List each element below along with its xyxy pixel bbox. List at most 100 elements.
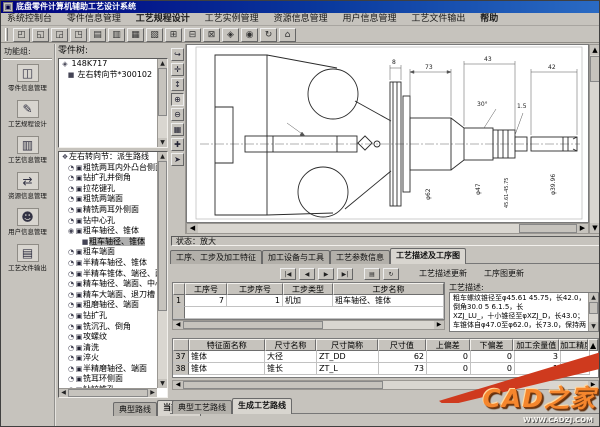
sidebar-item-resource-info[interactable]: ⇄ 资源信息管理 — [1, 172, 54, 201]
route-op-16[interactable]: ◔▣攻螺纹 — [59, 332, 167, 343]
tab-equipment-tools[interactable]: 加工设备与工具 — [262, 250, 330, 264]
prev-record-button[interactable]: ◀ — [299, 268, 315, 280]
parts-tree-vscrollbar[interactable]: ▲ ▼ — [157, 59, 167, 147]
sidebar-item-file-output[interactable]: ▤ 工艺文件输出 — [1, 244, 54, 273]
menu-file-output[interactable]: 工艺文件输出 — [405, 13, 471, 26]
route-op-17[interactable]: ◔▣清洗 — [59, 343, 167, 354]
scroll-down-icon[interactable]: ▼ — [589, 322, 598, 331]
toolbar-icon-10[interactable]: ⊠ — [203, 28, 220, 42]
scroll-thumb[interactable] — [183, 381, 383, 389]
toolbar-icon-11[interactable]: ◈ — [222, 28, 239, 42]
toolbar-icon-2[interactable]: ◲ — [51, 28, 68, 42]
route-op-6[interactable]: ◔▣钻中心孔 — [59, 216, 167, 227]
parts-tree-node[interactable]: ■ 左右转向节*300102 — [59, 70, 167, 81]
route-op-15[interactable]: ◔▣铣沉孔、倒角 — [59, 322, 167, 333]
scroll-right-icon[interactable]: ▶ — [577, 224, 588, 233]
first-record-button[interactable]: |◀ — [280, 268, 296, 280]
menu-process-instance[interactable]: 工艺实例管理 — [199, 13, 265, 26]
menu-process-design[interactable]: 工艺规程设计 — [130, 13, 196, 26]
update-description-button[interactable]: 工艺描述更新 — [412, 267, 474, 281]
refresh-record-icon[interactable]: ↻ — [383, 268, 399, 280]
route-op-13[interactable]: ◔▣粗磨轴径、端面 — [59, 300, 167, 311]
scroll-down-icon[interactable]: ▼ — [590, 223, 600, 233]
grid-select-icon[interactable]: ▦ — [171, 123, 184, 136]
route-op-4[interactable]: ◔▣粗铣两端面 — [59, 194, 167, 205]
scroll-left-icon[interactable]: ◀ — [59, 389, 68, 397]
sidebar-item-process-design[interactable]: ✎ 工艺规程设计 — [1, 100, 54, 129]
route-op-20[interactable]: ◔▣铣耳环侧面 — [59, 374, 167, 385]
tab-description-card[interactable]: 工艺描述及工序图 — [390, 248, 466, 264]
tab-typical-process-route[interactable]: 典型工艺路线 — [172, 400, 232, 414]
zoom-out-icon[interactable]: ⊖ — [171, 108, 184, 121]
step-table-hscrollbar[interactable]: ◀ ▶ — [172, 320, 445, 330]
scroll-right-icon[interactable]: ▶ — [434, 321, 444, 329]
route-tree-hscrollbar[interactable]: ◀ ▶ — [59, 388, 157, 397]
redraw-icon[interactable]: ↪ — [171, 48, 184, 61]
description-vscrollbar[interactable]: ▲ ▼ — [588, 293, 598, 331]
toolbar-icon-12[interactable]: ◉ — [241, 28, 258, 42]
tab-process-params[interactable]: 工艺参数信息 — [330, 250, 390, 264]
toolbar-handle[interactable] — [5, 28, 8, 41]
scroll-down-icon[interactable]: ▼ — [158, 379, 167, 388]
route-op-11[interactable]: ◔▣精车轴径、端面、中心 — [59, 279, 167, 290]
next-record-button[interactable]: ▶ — [318, 268, 334, 280]
scroll-thumb[interactable] — [589, 302, 598, 314]
parts-tree-root[interactable]: ◈ 148K717 — [59, 59, 167, 70]
route-op-12[interactable]: ◔▣精车大端面、退刀槽 — [59, 290, 167, 301]
scroll-thumb[interactable] — [68, 389, 148, 397]
toolbar-icon-5[interactable]: ▥ — [108, 28, 125, 42]
scroll-up-icon[interactable]: ▲ — [158, 152, 167, 161]
menu-system[interactable]: 系统控制台 — [1, 13, 58, 26]
route-op-8[interactable]: ◔▣粗车端面 — [59, 247, 167, 258]
route-tree-root[interactable]: ❖左右转向节：派生路线 — [59, 152, 167, 163]
scroll-thumb[interactable] — [590, 56, 600, 82]
scroll-up-icon[interactable]: ▲ — [590, 45, 600, 55]
scroll-left-icon[interactable]: ◀ — [173, 321, 183, 329]
move-icon[interactable]: ✛ — [171, 63, 184, 76]
toolbar-icon-6[interactable]: ▦ — [127, 28, 144, 42]
canvas-vscrollbar[interactable]: ▲ ▼ — [589, 44, 600, 234]
scroll-thumb[interactable] — [519, 224, 577, 233]
tab-generated-process-route[interactable]: 生成工艺路线 — [232, 398, 292, 414]
description-box[interactable]: 粗车螺纹锥径至φ45.61 45.75，长42.0，倒角30.0 5 6.1.5… — [449, 292, 599, 332]
route-op-14[interactable]: ◔▣钻扩孔 — [59, 311, 167, 322]
scroll-thumb[interactable] — [158, 68, 167, 116]
route-tree-vscrollbar[interactable]: ▲ ▼ — [157, 152, 167, 388]
route-op-10[interactable]: ◔▣半精车锥体、端径、两侧 — [59, 269, 167, 280]
drawing-canvas[interactable]: 73 43 42 30° 1.5 8 φ62 φ47 45.61-45.75 φ… — [186, 44, 589, 223]
toolbar-icon-3[interactable]: ◳ — [70, 28, 87, 42]
sidebar-item-process-info[interactable]: ▥ 工艺信息管理 — [1, 136, 54, 165]
menu-part-info[interactable]: 零件信息管理 — [61, 13, 127, 26]
menu-help[interactable]: 帮助 — [474, 13, 504, 26]
route-op-19[interactable]: ◔▣半精磨轴径、端面 — [59, 364, 167, 375]
tab-steps-features[interactable]: 工序、工步及加工特征 — [170, 250, 262, 264]
step-table-row[interactable]: 1 7 1 机加 粗车轴径、锥体 — [173, 295, 444, 307]
tab-typical-route[interactable]: 典型路线 — [113, 402, 157, 416]
scroll-track[interactable] — [323, 321, 434, 329]
scroll-left-icon[interactable]: ◀ — [187, 224, 198, 233]
scroll-right-icon[interactable]: ▶ — [148, 389, 157, 397]
dimension-table-row[interactable]: 37 锥体 大径 ZT_DD 62 0 0 3 — [173, 351, 598, 363]
pan-icon[interactable]: ✚ — [171, 138, 184, 151]
toolbar-icon-14[interactable]: ⌂ — [279, 28, 296, 42]
route-op-9[interactable]: ◔▣半精车轴径、锥体 — [59, 258, 167, 269]
pointer-icon[interactable]: ➤ — [171, 153, 184, 166]
route-op-3[interactable]: ◔▣拉花键孔 — [59, 184, 167, 195]
title-bar[interactable]: ▣ 底盘零件计算机辅助工艺设计系统 — [1, 1, 600, 13]
toolbar-icon-4[interactable]: ▤ — [89, 28, 106, 42]
sidebar-item-part-info[interactable]: ◫ 零件信息管理 — [1, 64, 54, 93]
scroll-left-icon[interactable]: ◀ — [173, 381, 183, 389]
route-op-18[interactable]: ◔▣淬火 — [59, 353, 167, 364]
route-op-5[interactable]: ◔▣精铣两耳外侧面 — [59, 205, 167, 216]
scroll-thumb[interactable] — [158, 161, 167, 311]
menu-user-info[interactable]: 用户信息管理 — [336, 13, 402, 26]
scroll-up-icon[interactable]: ▲ — [158, 59, 167, 68]
toolbar-icon-9[interactable]: ⊟ — [184, 28, 201, 42]
sidebar-item-user-info[interactable]: ☻ 用户信息管理 — [1, 208, 54, 237]
scroll-down-icon[interactable]: ▼ — [158, 138, 167, 147]
scroll-up-icon[interactable]: ▲ — [588, 339, 598, 351]
toolbar-icon-7[interactable]: ▧ — [146, 28, 163, 42]
save-record-icon[interactable]: ▤ — [364, 268, 380, 280]
scroll-track[interactable] — [198, 224, 519, 233]
route-op-7-expanded[interactable]: ◉▣粗车轴径、锥体 — [59, 226, 167, 237]
